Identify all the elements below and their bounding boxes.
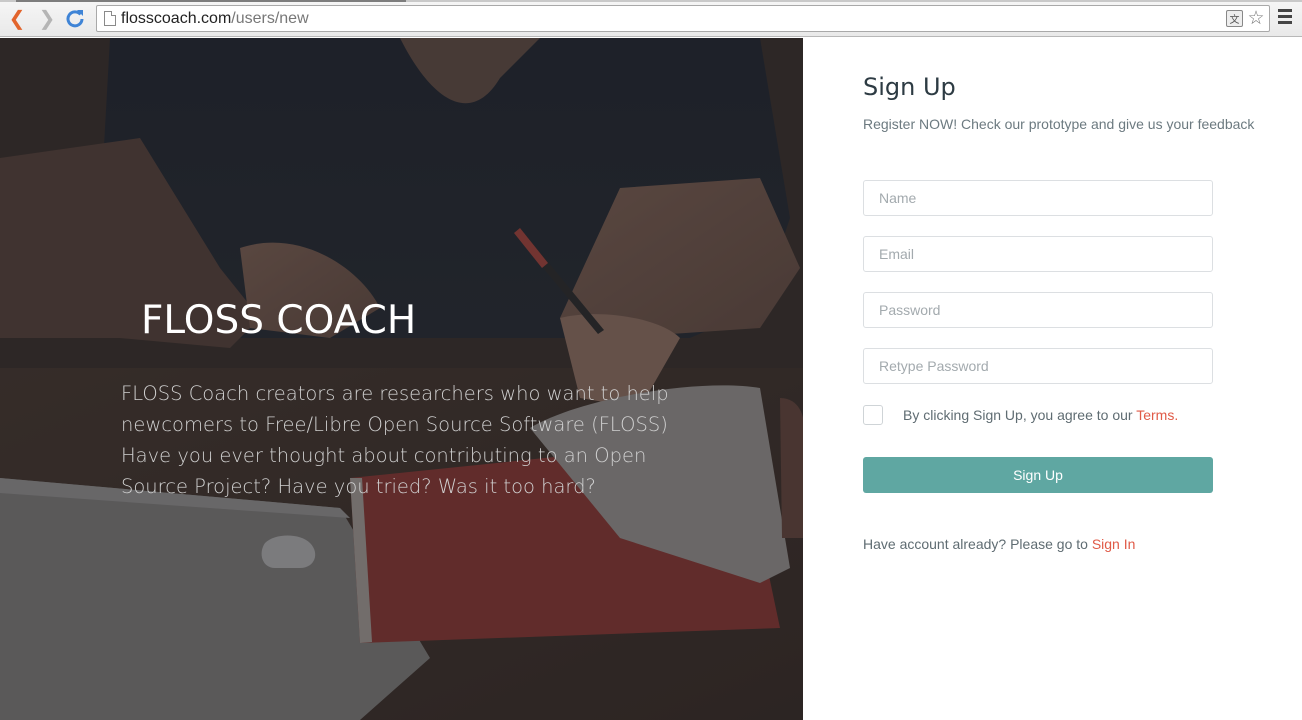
url-path: /users/new <box>231 10 309 27</box>
name-input[interactable] <box>863 180 1213 216</box>
terms-text: By clicking Sign Up, you agree to our <box>903 407 1137 423</box>
email-input[interactable] <box>863 236 1213 272</box>
password-input[interactable] <box>863 292 1213 328</box>
signin-prompt: Have account already? Please go to Sign … <box>863 536 1135 552</box>
reload-icon[interactable] <box>64 7 86 29</box>
url-host: flosscoach.com <box>121 10 232 27</box>
page-icon <box>104 11 116 26</box>
hero-title: FLOSS COACH <box>141 298 417 343</box>
terms-label: By clicking Sign Up, you agree to our Te… <box>903 407 1178 423</box>
terms-link[interactable]: Terms <box>1136 407 1174 423</box>
terms-suffix: . <box>1174 407 1179 423</box>
url-text[interactable]: flosscoach.com/users/new <box>121 9 309 29</box>
active-tab-indicator <box>16 0 406 2</box>
forward-icon[interactable]: ❯ <box>36 6 58 30</box>
browser-toolbar: ❮ ❯ flosscoach.com/users/new 文 ☆ <box>0 0 1302 37</box>
form-subtitle: Register NOW! Check our prototype and gi… <box>863 116 1255 132</box>
retype-password-input[interactable] <box>863 348 1213 384</box>
terms-checkbox[interactable] <box>863 405 883 425</box>
form-title: Sign Up <box>863 73 956 101</box>
back-icon[interactable]: ❮ <box>6 6 28 30</box>
signup-panel: Sign Up Register NOW! Check our prototyp… <box>803 38 1302 720</box>
signin-text: Have account already? Please go to <box>863 536 1092 552</box>
signin-link[interactable]: Sign In <box>1092 536 1136 552</box>
menu-icon[interactable] <box>1278 9 1292 25</box>
address-bar[interactable]: flosscoach.com/users/new 文 ☆ <box>96 5 1270 32</box>
hero-section: FLOSS COACH FLOSS Coach creators are res… <box>0 38 803 720</box>
hero-description: FLOSS Coach creators are researchers who… <box>121 382 669 498</box>
translate-icon[interactable]: 文 <box>1226 10 1243 27</box>
signup-button[interactable]: Sign Up <box>863 457 1213 493</box>
star-icon[interactable]: ☆ <box>1246 7 1266 29</box>
